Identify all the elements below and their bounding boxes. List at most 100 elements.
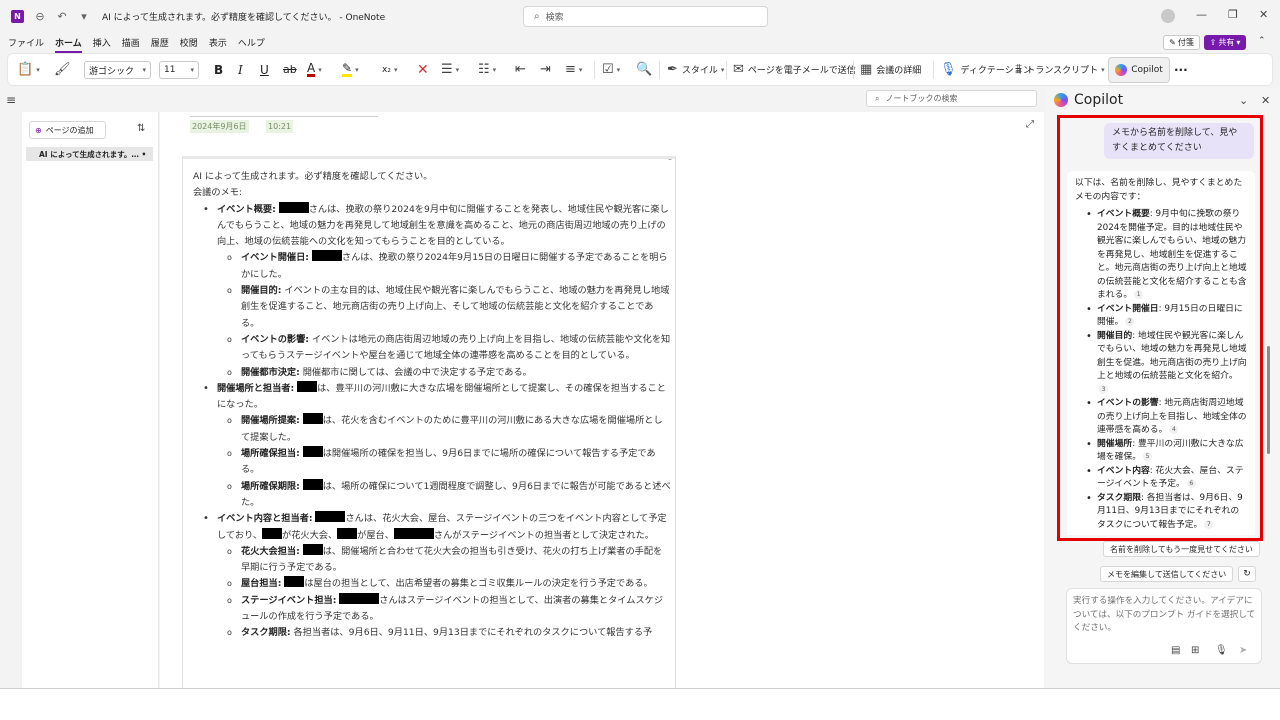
numbering-button[interactable]: ☷ ▾: [478, 54, 496, 85]
list-item: 開催目的: イベントの主な目的は、地域住民や観光客に楽しんでもらうこと、地域の魅…: [193, 283, 671, 332]
tag-button[interactable]: ☑ ▾: [602, 54, 620, 85]
back-icon[interactable]: ⊖: [34, 10, 46, 23]
sort-icon[interactable]: ⇅: [137, 123, 145, 134]
ribbon-collapse-icon[interactable]: ⌃: [1258, 36, 1266, 46]
menu-history[interactable]: 履歴: [151, 36, 169, 49]
menu-file[interactable]: ファイル: [8, 36, 44, 49]
refresh-suggestions-button[interactable]: ↻: [1238, 566, 1256, 582]
prompt-guide-icon[interactable]: ⊞: [1191, 645, 1199, 656]
outdent-icon: ⇤: [515, 62, 526, 77]
strikethrough-button[interactable]: ab: [283, 54, 297, 85]
citation-badge[interactable]: 7: [1204, 519, 1214, 529]
clear-formatting-button[interactable]: ✕: [417, 54, 429, 85]
memo-heading: 会議のメモ:: [193, 187, 243, 199]
citation-badge[interactable]: 6: [1186, 479, 1196, 488]
menu-view[interactable]: 表示: [209, 36, 227, 49]
avatar[interactable]: [1161, 9, 1175, 23]
meeting-details-label: 会議の詳細: [876, 66, 922, 76]
microphone-icon[interactable]: 🎙: [1215, 645, 1228, 656]
undo-icon[interactable]: ↶: [56, 10, 68, 23]
close-icon[interactable]: ✕: [1259, 8, 1268, 21]
menu-review[interactable]: 校閲: [180, 36, 198, 49]
citation-badge[interactable]: 5: [1143, 452, 1152, 461]
align-button[interactable]: ≡ ▾: [565, 54, 582, 85]
notebook-search-input[interactable]: ⌕ ノートブックの検索: [866, 90, 1037, 107]
page-title-field[interactable]: [190, 116, 378, 117]
increase-indent-button[interactable]: ⇥: [540, 54, 551, 85]
share-button[interactable]: ⇪ 共有 ▾: [1204, 35, 1246, 50]
format-painter-button[interactable]: 🖌: [54, 54, 71, 85]
citation-badge[interactable]: 1: [1134, 290, 1144, 299]
suggestion-chip[interactable]: 名前を削除してもう一度見せてください: [1103, 541, 1260, 557]
drag-handle-icon[interactable]: ••••: [423, 159, 437, 162]
page-time: 10:21: [266, 120, 294, 133]
citation-badge[interactable]: 3: [1099, 384, 1108, 394]
transcribe-icon: ⩨: [1015, 62, 1023, 77]
search-placeholder: 検索: [545, 13, 564, 23]
copilot-button[interactable]: Copilot: [1108, 57, 1170, 83]
sticky-notes-button[interactable]: ✎ 付箋: [1163, 35, 1200, 50]
note-container[interactable]: •••• ◂▸ AI によって生成されます。必ず精度を確認してください。 会議の…: [182, 156, 676, 688]
list-item: タスク期限: 各担当者は、9月6日、9月11日、9月13日までにそれぞれのタスク…: [193, 625, 671, 642]
send-icon[interactable]: ➤: [1239, 645, 1247, 656]
copilot-chat[interactable]: メモから名前を削除して、見やすくまとめてください 以下は、名前を削除し、見やすく…: [1063, 121, 1257, 535]
font-name-select[interactable]: 游ゴシック ▾: [84, 61, 151, 79]
response-intro: 以下は、名前を削除し、見やすくまとめたメモの内容です：: [1075, 178, 1243, 202]
suggestion-chip[interactable]: メモを編集して送信してください: [1100, 566, 1234, 582]
notebook-icon[interactable]: ▤: [1171, 645, 1180, 656]
minimize-icon[interactable]: —: [1196, 8, 1207, 21]
copilot-prompt-input[interactable]: 実行する操作を入力してください。アイデアについては、以下のプロンプト ガイドを選…: [1066, 588, 1262, 664]
italic-button[interactable]: I: [238, 54, 243, 85]
navigation-menu-icon[interactable]: ≡: [6, 93, 16, 107]
highlight-button[interactable]: ✎ ▾: [342, 54, 359, 85]
list-item: イベントの影響: イベントは地元の商店街周辺地域の売り上げ向上を目指し、地域の伝…: [193, 332, 671, 365]
menu-home[interactable]: ホーム: [55, 36, 82, 53]
decrease-indent-button[interactable]: ⇤: [515, 54, 526, 85]
window-title: AI によって生成されます。必ず精度を確認してください。 - OneNote: [102, 13, 386, 23]
close-icon[interactable]: ✕: [1261, 94, 1270, 107]
chevron-down-icon: ▾: [492, 65, 497, 74]
redaction-block: [302, 413, 323, 425]
meeting-details-button[interactable]: ▦ 会議の詳細: [860, 54, 921, 85]
underline-button[interactable]: U: [260, 54, 269, 85]
menu-draw[interactable]: 描画: [122, 36, 140, 49]
bold-button[interactable]: B: [214, 54, 223, 85]
ribbon-divider: [853, 61, 854, 79]
redaction-block: [302, 446, 323, 458]
menu-insert[interactable]: 挿入: [93, 36, 111, 49]
citation-badge[interactable]: 2: [1125, 317, 1135, 326]
page-list-item[interactable]: AI によって生成されます。… •: [26, 147, 153, 161]
chevron-down-icon[interactable]: ⌄: [1239, 94, 1248, 107]
bullets-button[interactable]: ☰ ▾: [441, 54, 459, 85]
font-color-icon: A: [307, 61, 316, 77]
redaction-block: [302, 543, 323, 555]
copilot-scrollbar[interactable]: [1267, 346, 1270, 454]
font-size-select[interactable]: 11 ▾: [159, 61, 199, 79]
find-tags-button[interactable]: 🔍: [636, 54, 652, 85]
styles-button[interactable]: ✒ スタイル ▾: [667, 54, 724, 85]
resize-handle-icon[interactable]: ◂▸: [667, 159, 673, 162]
subscript-button[interactable]: x₂ ▾: [382, 54, 397, 85]
sticky-notes-label: 付箋: [1177, 38, 1194, 47]
citation-badge[interactable]: 4: [1169, 425, 1179, 434]
menu-help[interactable]: ヘルプ: [238, 36, 265, 49]
font-color-button[interactable]: A ▾: [307, 54, 322, 85]
expand-icon[interactable]: ⤢: [1026, 119, 1034, 130]
page-canvas[interactable]: 2024年9月6日 10:21 ⤢ •••• ◂▸ AI によって生成されます。…: [160, 112, 1044, 688]
copilot-icon: [1054, 93, 1068, 107]
add-page-button[interactable]: ⊕ ページの追加: [29, 121, 106, 139]
chevron-down-icon: ▾: [355, 65, 359, 74]
paste-button[interactable]: 📋 ▾: [17, 54, 40, 85]
redaction-block: [315, 511, 346, 523]
quick-access-dropdown-icon[interactable]: ▾: [78, 10, 90, 23]
more-options-button[interactable]: ···: [1174, 54, 1188, 85]
search-input[interactable]: ⌕ 検索: [523, 6, 768, 27]
search-icon: ⌕: [875, 93, 880, 103]
list-item: 場所確保期限: は、場所の確保について1週間程度で調整し、9月6日までに報告が可…: [193, 478, 671, 512]
page-date: 2024年9月6日: [190, 120, 249, 133]
note-text[interactable]: AI によって生成されます。必ず精度を確認してください。 会議のメモ: イベント…: [193, 169, 671, 642]
transcribe-button[interactable]: ⩨ トランスクリプト ▾: [1015, 54, 1105, 85]
list-item: 開催都市決定: 開催都市に関しては、会議の中で決定する予定である。: [193, 365, 671, 382]
email-page-button[interactable]: ✉ ページを電子メールで送信: [733, 54, 856, 85]
maximize-icon[interactable]: ❐: [1228, 8, 1238, 21]
